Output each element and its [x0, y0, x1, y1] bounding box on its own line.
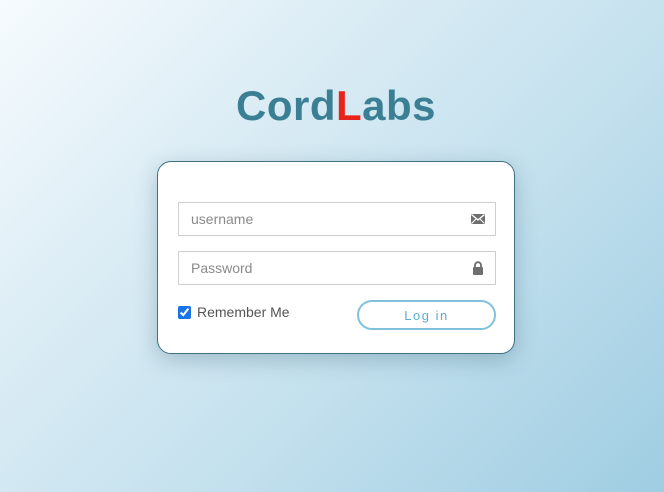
username-field[interactable]: [178, 202, 496, 236]
envelope-icon: [471, 213, 485, 224]
remember-me[interactable]: Remember Me: [178, 303, 290, 321]
brand-name-part2: abs: [362, 82, 437, 129]
login-card: Remember Me Log in: [157, 161, 515, 354]
password-input[interactable]: [179, 252, 459, 284]
remember-me-label: Remember Me: [197, 304, 290, 320]
brand-name-part1: Cord: [235, 82, 336, 129]
brand-logo: CordLabs: [0, 82, 664, 130]
brand-name-accent: L: [335, 82, 363, 129]
remember-me-checkbox[interactable]: [178, 305, 191, 319]
password-field[interactable]: [178, 251, 496, 285]
login-button[interactable]: Log in: [357, 300, 496, 330]
lock-icon: [473, 261, 483, 275]
username-input[interactable]: [179, 203, 459, 235]
